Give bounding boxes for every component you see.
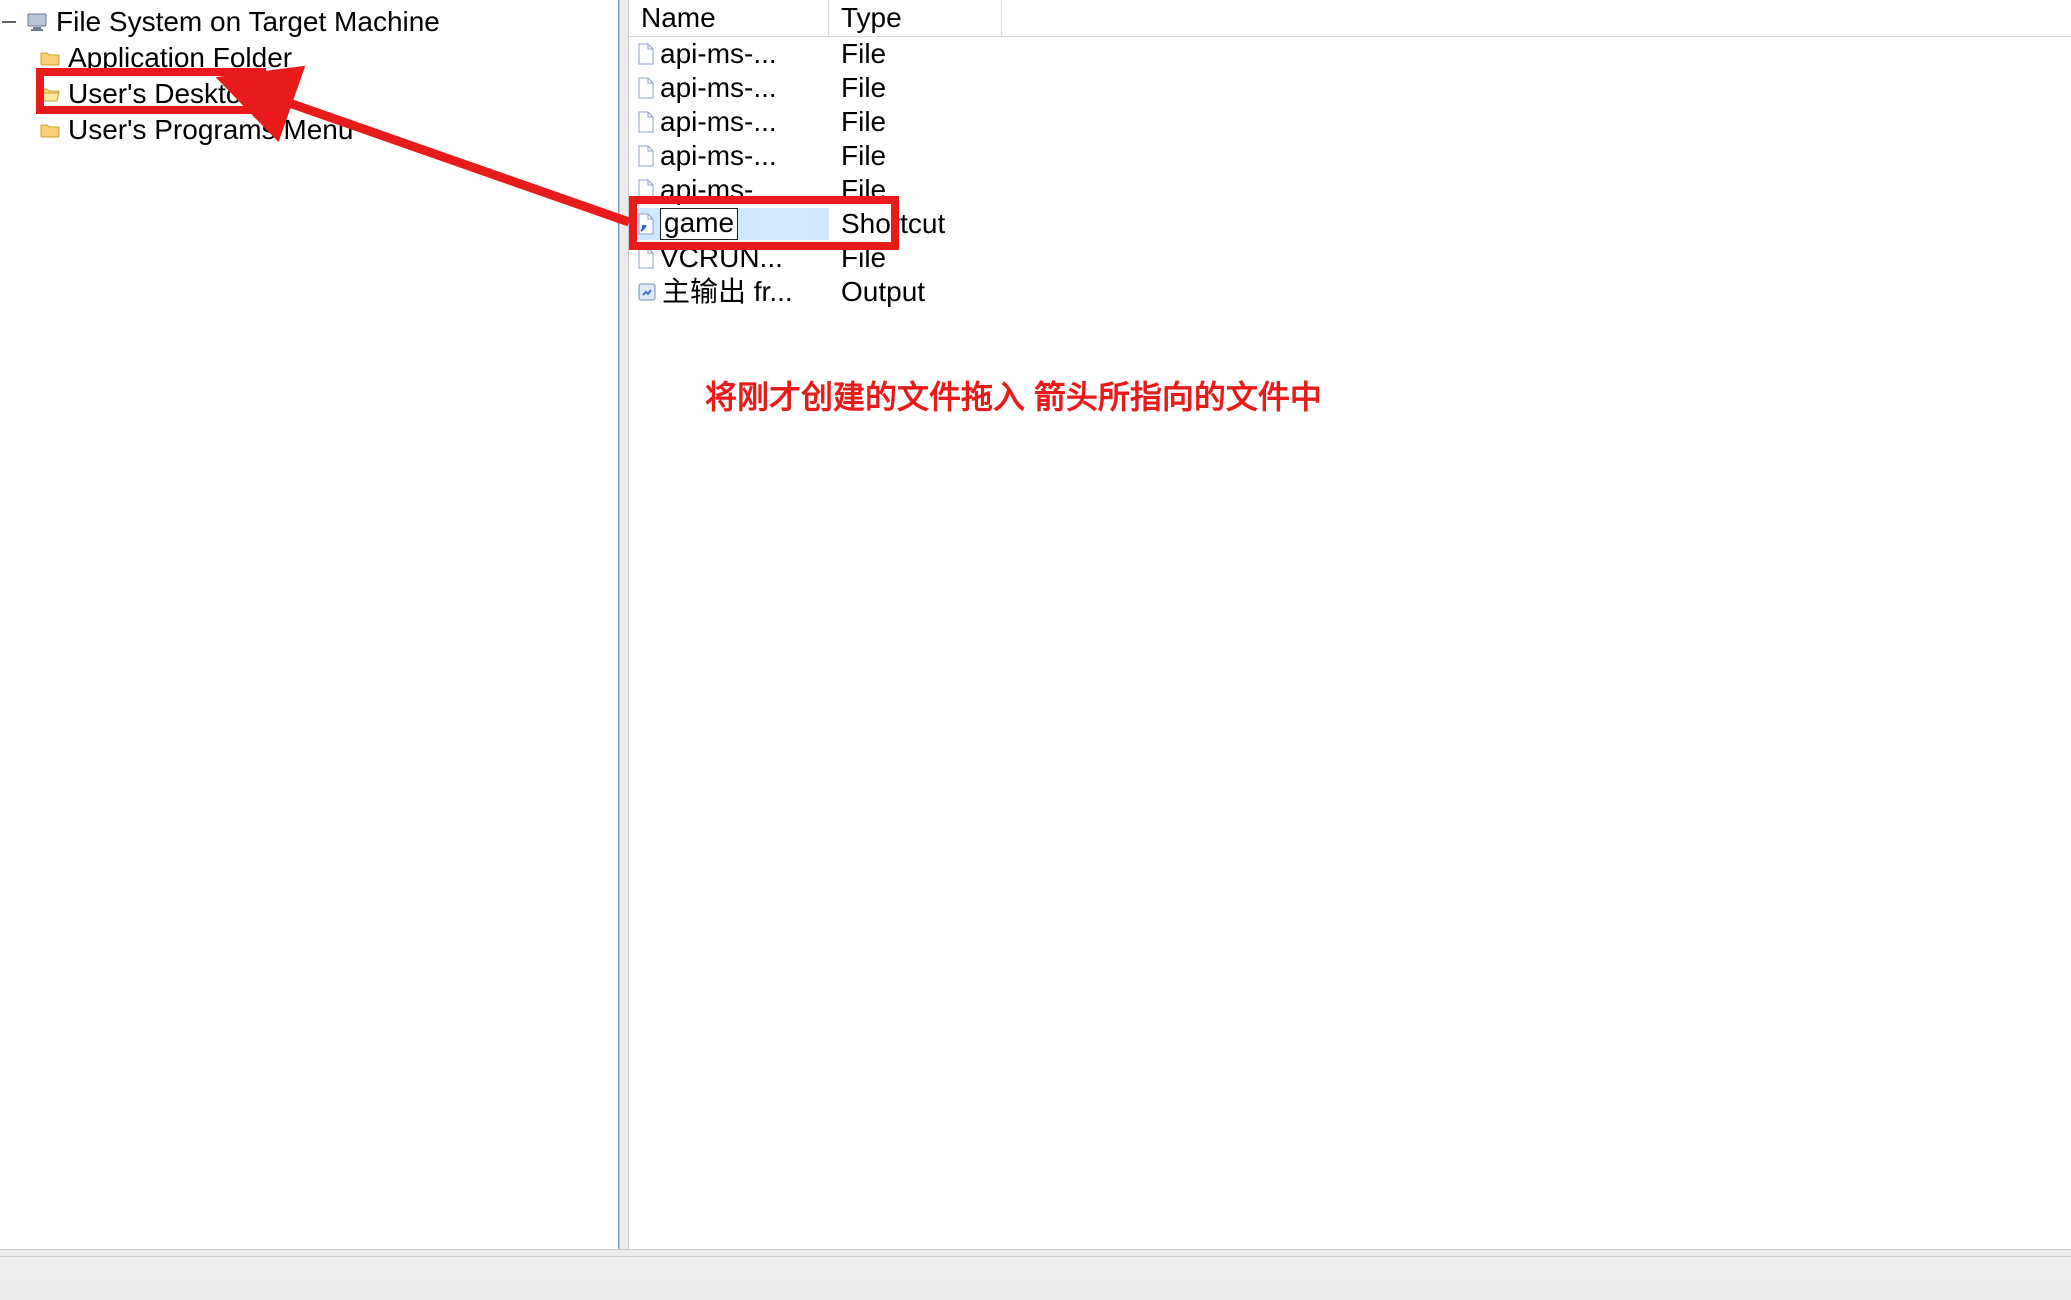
file-name: api-ms-... xyxy=(660,173,777,207)
file-name: api-ms-... xyxy=(660,37,777,71)
file-name: VCRUN... xyxy=(660,241,783,275)
list-item[interactable]: api-ms-... File xyxy=(629,105,2071,139)
folder-icon xyxy=(40,122,60,138)
tree-item-users-desktop[interactable]: User's Desktop xyxy=(0,76,618,112)
machine-icon xyxy=(26,11,48,33)
folder-icon xyxy=(40,50,60,66)
rename-input[interactable]: game xyxy=(660,208,738,240)
vertical-splitter[interactable] xyxy=(619,0,629,1250)
list-item[interactable]: api-ms-... File xyxy=(629,71,2071,105)
file-name: api-ms-... xyxy=(660,139,777,173)
tree-expander-icon[interactable] xyxy=(2,15,16,29)
file-type: File xyxy=(829,139,1002,173)
file-system-editor: File System on Target Machine Applicatio… xyxy=(0,0,2071,1250)
tree-item-label: Application Folder xyxy=(68,40,292,76)
file-icon xyxy=(637,111,655,133)
list-header: Name Type xyxy=(629,0,2071,37)
file-type: File xyxy=(829,241,1002,275)
file-list-panel[interactable]: Name Type api-ms-... File api-ms-... Fil… xyxy=(629,0,2071,1250)
tree-item-label: User's Programs Menu xyxy=(68,112,353,148)
column-header-name[interactable]: Name xyxy=(629,0,829,36)
tree-root[interactable]: File System on Target Machine xyxy=(0,4,618,40)
file-type: Shortcut xyxy=(829,207,1002,241)
folder-tree-panel[interactable]: File System on Target Machine Applicatio… xyxy=(0,0,619,1250)
file-type: File xyxy=(829,37,1002,71)
file-type: File xyxy=(829,173,1002,207)
tree-item-users-programs-menu[interactable]: User's Programs Menu xyxy=(0,112,618,148)
list-item[interactable]: VCRUN... File xyxy=(629,241,2071,275)
list-item[interactable]: api-ms-... File xyxy=(629,173,2071,207)
folder-open-icon xyxy=(40,86,60,102)
file-type: Output xyxy=(829,275,1002,309)
shortcut-icon xyxy=(637,213,655,235)
file-icon xyxy=(637,43,655,65)
tree-item-application-folder[interactable]: Application Folder xyxy=(0,40,618,76)
list-item[interactable]: 主输出 fr... Output xyxy=(629,275,2071,309)
file-name: api-ms-... xyxy=(660,71,777,105)
file-type: File xyxy=(829,105,1002,139)
file-icon xyxy=(637,179,655,201)
column-header-type[interactable]: Type xyxy=(829,0,1002,36)
file-icon xyxy=(637,77,655,99)
tree-root-label: File System on Target Machine xyxy=(56,4,440,40)
list-body: api-ms-... File api-ms-... File api-ms-.… xyxy=(629,37,2071,309)
file-type: File xyxy=(829,71,1002,105)
file-icon xyxy=(637,145,655,167)
list-item[interactable]: api-ms-... File xyxy=(629,37,2071,71)
file-icon xyxy=(637,247,655,269)
file-name: api-ms-... xyxy=(660,105,777,139)
file-name: 主输出 fr... xyxy=(662,275,793,309)
tree-item-label: User's Desktop xyxy=(68,76,257,112)
bottom-panel xyxy=(0,1249,2071,1300)
list-item-selected[interactable]: game Shortcut xyxy=(629,207,2071,241)
list-item[interactable]: api-ms-... File xyxy=(629,139,2071,173)
output-icon xyxy=(637,282,657,302)
